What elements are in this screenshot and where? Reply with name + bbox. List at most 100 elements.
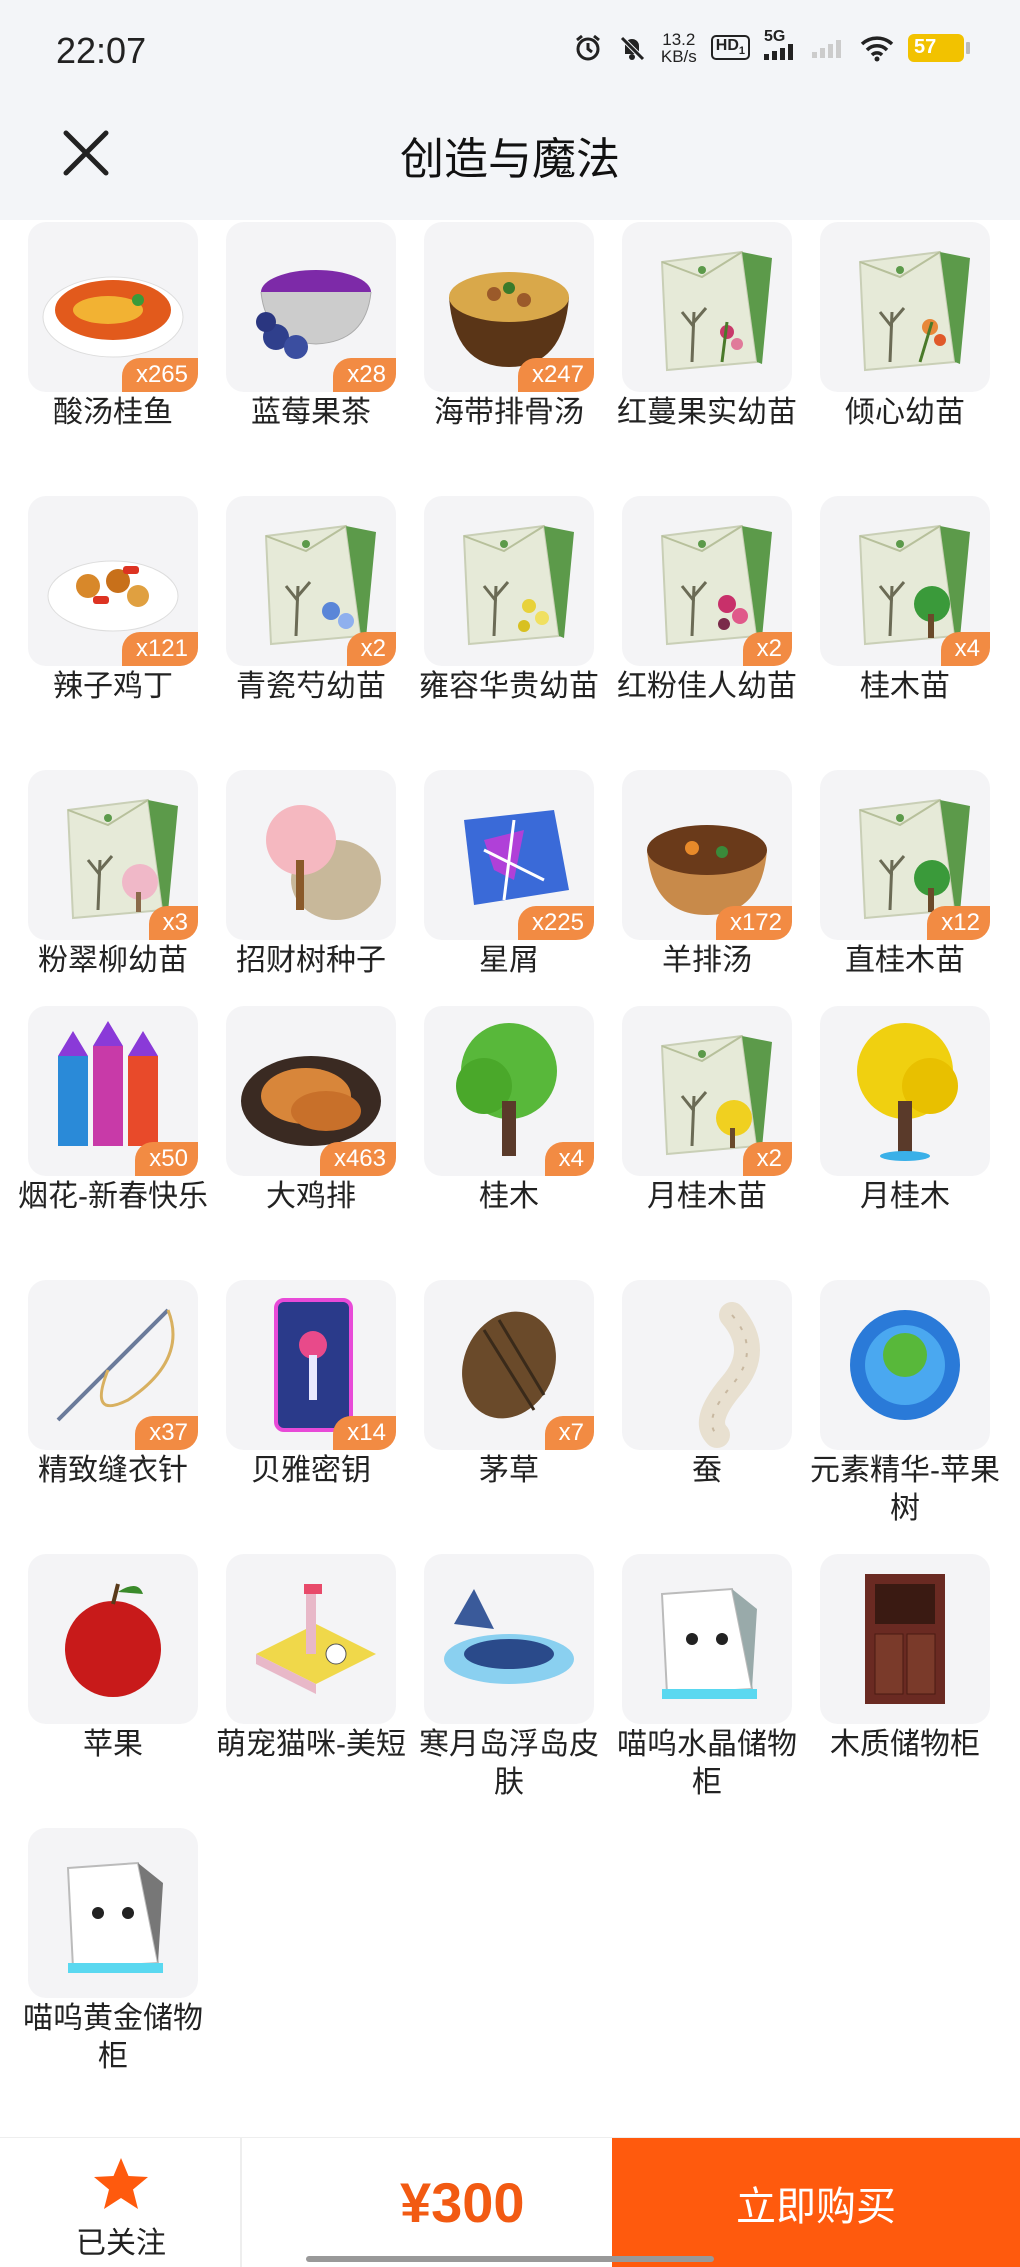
- item-image: [820, 1554, 990, 1724]
- cat-cabinet-crystal-icon: [660, 1587, 757, 1699]
- item-count-badge: x172: [715, 906, 792, 940]
- item-image: [424, 1554, 594, 1724]
- bottom-bar: 已关注 ¥300 立即购买: [0, 2137, 1020, 2267]
- item-name: 倾心幼苗: [845, 396, 965, 429]
- item-card[interactable]: x37 精致缝衣针: [0, 1280, 198, 1540]
- item-image: [622, 1554, 792, 1724]
- status-bar: 22:07 13.2 KB/s HD1 5G 57: [0, 0, 1020, 105]
- item-name: 烟花-新春快乐: [18, 1180, 208, 1213]
- item-card[interactable]: 红蔓果实幼苗: [594, 222, 797, 482]
- item-name: 海带排骨汤: [434, 396, 584, 429]
- item-image: x2: [622, 1006, 792, 1176]
- item-card[interactable]: 喵呜水晶储物柜: [594, 1554, 797, 1814]
- item-card[interactable]: 元素精华-苹果树: [792, 1280, 1000, 1540]
- item-card[interactable]: 倾心幼苗: [792, 222, 990, 482]
- status-time: 22:07: [56, 30, 147, 71]
- item-image: x3: [28, 770, 198, 940]
- page-header: 创造与魔法: [0, 105, 1020, 220]
- wifi-icon: [860, 34, 894, 62]
- item-image: x50: [28, 1006, 198, 1176]
- item-card[interactable]: x7 茅草: [396, 1280, 594, 1540]
- item-name: 星屑: [479, 944, 539, 977]
- item-count-badge: x4: [940, 632, 990, 666]
- item-name: 酸汤桂鱼: [53, 396, 173, 429]
- item-image: x172: [622, 770, 792, 940]
- item-count-badge: x265: [121, 358, 198, 392]
- follow-button[interactable]: 已关注: [0, 2138, 242, 2267]
- item-image: [28, 1828, 198, 1998]
- item-card[interactable]: 月桂木: [792, 1006, 990, 1266]
- item-card[interactable]: x28 蓝莓果茶: [198, 222, 396, 482]
- item-count-badge: x121: [121, 632, 198, 666]
- item-name: 雍容华贵幼苗: [419, 670, 599, 703]
- item-image: x2: [622, 496, 792, 666]
- item-name: 大鸡排: [266, 1180, 356, 1213]
- item-name: 元素精华-苹果树: [810, 1454, 1000, 1525]
- cat-pet-icon: [256, 1584, 376, 1694]
- item-card[interactable]: x3 粉翠柳幼苗: [0, 770, 198, 1030]
- item-image: [28, 1554, 198, 1724]
- item-card[interactable]: 木质储物柜: [792, 1554, 990, 1814]
- wood-cabinet-icon: [865, 1574, 945, 1704]
- item-image: x7: [424, 1280, 594, 1450]
- signal-icon: [812, 38, 846, 58]
- item-name: 红蔓果实幼苗: [617, 396, 797, 429]
- item-card[interactable]: 寒月岛浮岛皮肤: [396, 1554, 599, 1814]
- essence-orb-icon: [850, 1310, 960, 1420]
- item-card[interactable]: x2 红粉佳人幼苗: [594, 496, 797, 756]
- item-count-badge: x37: [135, 1416, 198, 1450]
- item-name: 贝雅密钥: [251, 1454, 371, 1487]
- item-image: x28: [226, 222, 396, 392]
- silkworm-icon: [699, 1302, 760, 1448]
- item-card[interactable]: x2 青瓷芍幼苗: [198, 496, 396, 756]
- item-name: 精致缝衣针: [38, 1454, 188, 1487]
- item-count-badge: x50: [135, 1142, 198, 1176]
- item-name: 辣子鸡丁: [53, 670, 173, 703]
- item-card[interactable]: 萌宠猫咪-美短: [198, 1554, 406, 1814]
- item-count-badge: x7: [544, 1416, 594, 1450]
- item-name: 蓝莓果茶: [251, 396, 371, 429]
- item-image: x14: [226, 1280, 396, 1450]
- item-card[interactable]: x225 星屑: [396, 770, 594, 1030]
- item-card[interactable]: x265 酸汤桂鱼: [0, 222, 198, 482]
- item-card[interactable]: x14 贝雅密钥: [198, 1280, 396, 1540]
- item-card[interactable]: x12 直桂木苗: [792, 770, 990, 1030]
- item-card[interactable]: x50 烟花-新春快乐: [0, 1006, 208, 1266]
- golden-tree-icon: [857, 1023, 958, 1161]
- buy-now-button[interactable]: 立即购买: [612, 2138, 1020, 2267]
- item-name: 青瓷芍幼苗: [236, 670, 386, 703]
- item-count-badge: x463: [319, 1142, 396, 1176]
- item-name: 粉翠柳幼苗: [38, 944, 188, 977]
- item-card[interactable]: x2 月桂木苗: [594, 1006, 792, 1266]
- item-card[interactable]: 苹果: [0, 1554, 198, 1814]
- item-count-badge: x3: [148, 906, 198, 940]
- item-name: 寒月岛浮岛皮肤: [419, 1728, 599, 1799]
- item-image: [820, 222, 990, 392]
- item-name: 直桂木苗: [845, 944, 965, 977]
- net-speed: 13.2 KB/s: [660, 29, 697, 66]
- item-card[interactable]: 雍容华贵幼苗: [396, 496, 599, 756]
- item-name: 喵呜水晶储物柜: [617, 1728, 797, 1799]
- item-card[interactable]: 喵呜黄金储物柜: [0, 1828, 203, 2088]
- item-card[interactable]: x463 大鸡排: [198, 1006, 396, 1266]
- item-name: 萌宠猫咪-美短: [216, 1728, 406, 1761]
- item-count-badge: x14: [333, 1416, 396, 1450]
- item-card[interactable]: x121 辣子鸡丁: [0, 496, 198, 756]
- item-card[interactable]: x4 桂木苗: [792, 496, 990, 756]
- follow-label: 已关注: [76, 2227, 166, 2260]
- floating-island-icon: [444, 1589, 574, 1684]
- item-card[interactable]: x247 海带排骨汤: [396, 222, 594, 482]
- seed-pack-red-icon: [660, 250, 772, 372]
- item-name: 苹果: [83, 1728, 143, 1761]
- hd-badge: HD1: [710, 35, 750, 60]
- item-image: x2: [226, 496, 396, 666]
- item-name: 招财树种子: [236, 944, 386, 977]
- item-name: 羊排汤: [662, 944, 752, 977]
- alarm-icon: [573, 33, 603, 63]
- item-name: 月桂木: [860, 1180, 950, 1213]
- item-card[interactable]: 蚕: [594, 1280, 792, 1540]
- item-card[interactable]: 招财树种子: [198, 770, 396, 1030]
- item-card[interactable]: x4 桂木: [396, 1006, 594, 1266]
- item-card[interactable]: x172 羊排汤: [594, 770, 792, 1030]
- home-indicator[interactable]: [306, 2256, 714, 2262]
